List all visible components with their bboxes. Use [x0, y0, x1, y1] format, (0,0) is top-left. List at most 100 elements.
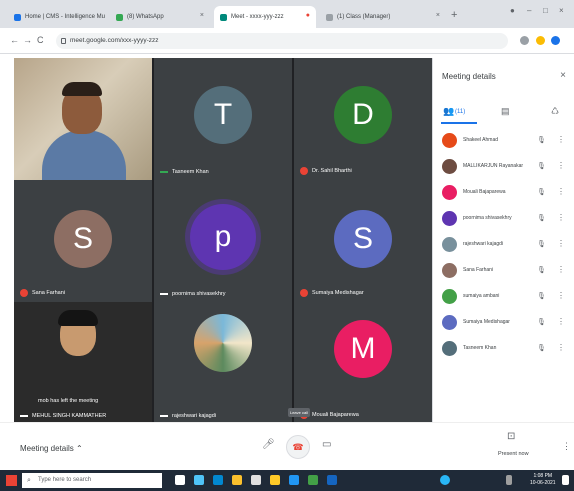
chrome-icon[interactable] [270, 475, 280, 485]
mic-off-icon[interactable]: 🎙︎ [537, 318, 546, 326]
more-options-icon[interactable]: ⋮ [557, 213, 565, 222]
participant-list-item[interactable]: Tasneem Khan 🎙︎ ⋮ [433, 338, 574, 364]
meeting-controls-bar: Meeting details ⌃ 🎤︎ ☎ ▭ ⊡ Present now ⋮ [0, 422, 574, 470]
camera-indicator-icon[interactable] [520, 36, 529, 45]
participant-name: MALLIKARJUN Rayanakar [463, 163, 524, 169]
start-button[interactable] [6, 475, 17, 486]
more-options-icon[interactable]: ⋮ [557, 239, 565, 248]
app-icon[interactable] [327, 475, 337, 485]
avatar [442, 341, 457, 356]
participant-list-item[interactable]: Sana Farhani 🎙︎ ⋮ [433, 260, 574, 286]
mic-off-icon[interactable]: 🎙︎ [537, 136, 546, 144]
mic-off-icon[interactable]: 🎙︎ [537, 344, 546, 352]
camera-icon[interactable]: ▭ [322, 439, 331, 450]
more-options-icon[interactable]: ⋮ [557, 265, 565, 274]
more-options-icon[interactable]: ⋮ [557, 317, 565, 326]
more-options-icon[interactable]: ⋮ [557, 291, 565, 300]
leave-call-button[interactable]: ☎ [286, 435, 310, 459]
folder-icon[interactable] [232, 475, 242, 485]
participant-list-item[interactable]: Sumaiya Medishagar 🎙︎ ⋮ [433, 312, 574, 338]
mic-off-icon[interactable]: 🎙︎ [537, 292, 546, 300]
participant-list-item[interactable]: sumaiya ambani 🎙︎ ⋮ [433, 286, 574, 312]
participant-list-item[interactable]: MALLIKARJUN Rayanakar 🎙︎ ⋮ [433, 156, 574, 182]
mic-off-icon[interactable]: 🎙︎ [537, 240, 546, 248]
participant-list-item[interactable]: rajeshwari kajagdi 🎙︎ ⋮ [433, 234, 574, 260]
present-now-icon[interactable]: ⊡ [507, 431, 515, 442]
close-tab-icon[interactable]: × [436, 12, 440, 19]
windows-taskbar: ⌕ Type here to search 1:08 PM 10-06-2021 [0, 470, 574, 491]
participant-tile-sahil[interactable]: D Dr. Sahil Bharthi [294, 58, 432, 180]
chat-tab-icon[interactable]: ▤ [501, 106, 510, 117]
clock[interactable]: 1:08 PM 10-06-2021 [530, 473, 556, 487]
url-field[interactable]: meet.google.com/xxx-yyyy-zzz [56, 33, 508, 49]
browser-tab-cms[interactable]: Home | CMS - Intelligence Mu [8, 6, 106, 28]
more-options-icon[interactable]: ⋮ [557, 343, 565, 352]
people-count: (11) [455, 109, 466, 115]
people-icon[interactable] [440, 475, 450, 485]
people-tab-icon[interactable]: 👥 [443, 106, 454, 117]
forward-icon[interactable]: → [23, 35, 32, 45]
browser-tab-meet[interactable]: Meet - xxxx-yyy-zzz ● [214, 6, 316, 28]
maximize-icon[interactable]: □ [543, 6, 548, 15]
new-tab-icon[interactable]: + [451, 9, 457, 21]
notification-icon[interactable] [562, 475, 569, 485]
browser-tab-whatsapp[interactable]: (8) WhatsApp × [110, 6, 210, 28]
bookmark-star-icon[interactable] [536, 36, 545, 45]
participant-tile-rajeshwari[interactable]: rajeshwari kajagdi [154, 302, 292, 424]
app-icon[interactable] [308, 475, 318, 485]
close-panel-icon[interactable]: × [560, 70, 566, 81]
avatar [442, 185, 457, 200]
close-tab-icon[interactable]: × [200, 12, 204, 19]
mic-off-icon[interactable]: 🎙︎ [537, 266, 546, 274]
meeting-details-button[interactable]: Meeting details ⌃ [20, 444, 83, 453]
participant-list-item[interactable]: Mouali Bajaparewa 🎙︎ ⋮ [433, 182, 574, 208]
word-icon[interactable] [289, 475, 299, 485]
speaking-icon [20, 415, 28, 417]
lock-icon [61, 38, 66, 44]
participant-tile-sana[interactable]: S Sana Farhani [14, 180, 152, 302]
browser-tab-strip: Home | CMS - Intelligence Mu (8) WhatsAp… [0, 0, 574, 28]
search-icon: ⌕ [27, 477, 31, 484]
more-options-icon[interactable]: ⋮ [562, 441, 571, 452]
file-explorer-icon[interactable] [194, 475, 204, 485]
avatar: S [334, 210, 392, 268]
participant-name: poornima shivasekhry [160, 291, 226, 297]
participant-tile-video[interactable] [14, 58, 152, 180]
participant-tile-tasneem[interactable]: T Tasneem Khan [154, 58, 292, 180]
profile-avatar[interactable] [551, 36, 560, 45]
participant-name: sumaiya ambani [463, 293, 500, 299]
class-favicon [326, 13, 333, 21]
task-view-icon[interactable] [175, 475, 185, 485]
avatar: D [334, 86, 392, 144]
edge-icon[interactable] [213, 475, 223, 485]
back-icon[interactable]: ← [10, 35, 19, 45]
mic-off-icon[interactable]: 🎙︎ [537, 188, 546, 196]
participant-tile-sumaiya[interactable]: S Sumaiya Medishagar [294, 180, 432, 302]
speaking-icon [160, 415, 168, 417]
participant-tile-mouali[interactable]: M Mouali Bajaparewa [294, 302, 432, 424]
left-meeting-notice: mob has left the meeting [38, 398, 99, 404]
participant-tile-mehul[interactable]: mob has left the meeting MEHUL SINGH KAM… [14, 302, 152, 424]
search-placeholder: Type here to search [38, 477, 92, 483]
more-options-icon[interactable]: ⋮ [557, 187, 565, 196]
participant-name: Sumaiya Medishagar [300, 289, 364, 297]
store-icon[interactable] [251, 475, 261, 485]
avatar [442, 211, 457, 226]
volume-icon[interactable] [506, 475, 512, 485]
panel-title: Meeting details [442, 72, 496, 81]
reload-icon[interactable]: C [37, 35, 44, 45]
participant-tile-poornima[interactable]: p poornima shivasekhry [154, 180, 292, 302]
mic-off-icon[interactable]: 🎙︎ [537, 214, 546, 222]
mic-off-icon[interactable]: 🎙︎ [537, 162, 546, 170]
participant-list-item[interactable]: Shakeel Ahmad 🎙︎ ⋮ [433, 130, 574, 156]
browser-tab-class[interactable]: (1) Class (Manager) × [320, 6, 446, 28]
minimize-icon[interactable]: – [527, 6, 531, 15]
participant-list-item[interactable]: poornima shivasekhry 🎙︎ ⋮ [433, 208, 574, 234]
more-options-icon[interactable]: ⋮ [557, 135, 565, 144]
close-window-icon[interactable]: × [559, 6, 564, 15]
taskbar-search-field[interactable]: ⌕ Type here to search [22, 473, 162, 488]
more-options-icon[interactable]: ⋮ [557, 161, 565, 170]
mic-icon[interactable]: 🎤︎ [262, 439, 275, 450]
present-now-label[interactable]: Present now [498, 451, 529, 457]
activities-tab-icon[interactable]: ♺ [551, 106, 559, 117]
